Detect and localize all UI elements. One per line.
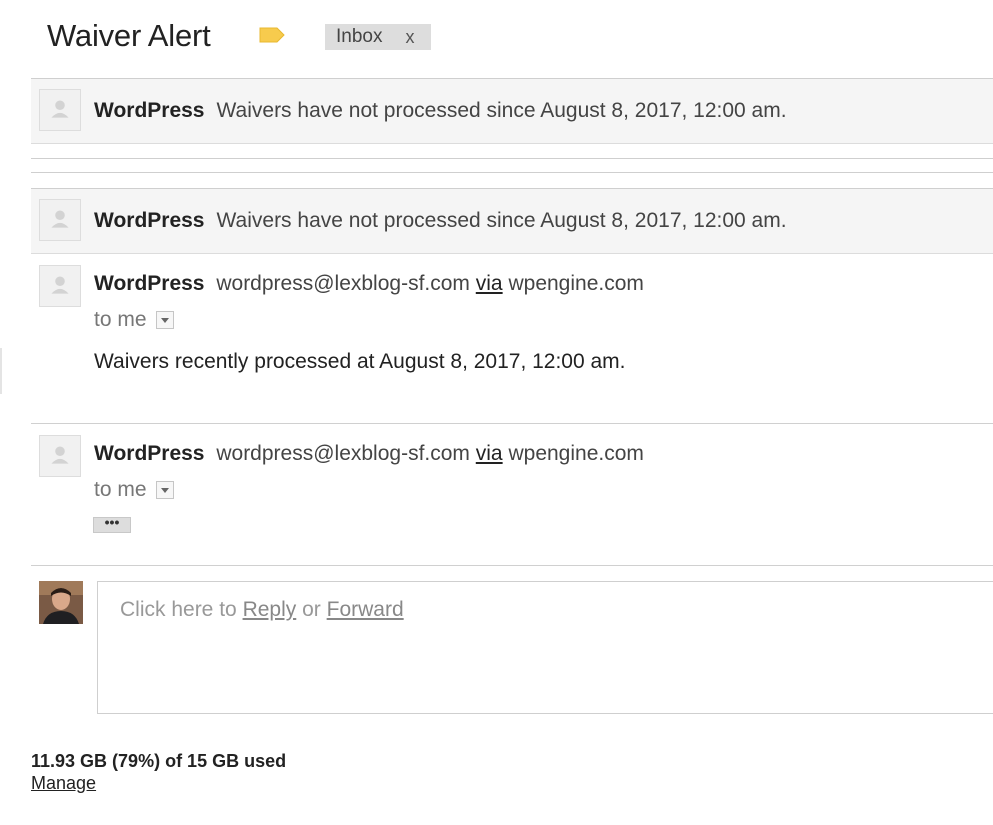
reply-area: Click here to Reply or Forward — [39, 581, 993, 715]
sender-name: WordPress — [94, 272, 205, 295]
storage-footer: 11.93 GB (79%) of 15 GB used Manage — [31, 750, 286, 794]
sender-avatar — [39, 435, 81, 477]
message-summary: WordPress Waivers have not processed sinc… — [94, 209, 787, 233]
message-snippet: Waivers have not processed since August … — [216, 209, 787, 232]
expanded-message: WordPress wordpress@lexblog-sf.com via w… — [31, 424, 993, 566]
scroll-edge — [0, 348, 2, 394]
sender-name: WordPress — [94, 209, 205, 232]
reply-link[interactable]: Reply — [243, 598, 297, 621]
via-domain: wpengine.com — [508, 442, 644, 465]
from-line: WordPress wordpress@lexblog-sf.com via w… — [94, 442, 644, 466]
collapsed-message[interactable]: WordPress Waivers have not processed sinc… — [31, 78, 993, 144]
sender-avatar — [39, 89, 81, 131]
sender-avatar — [39, 265, 81, 307]
expanded-message: WordPress wordpress@lexblog-sf.com via w… — [31, 254, 993, 424]
manage-storage-link[interactable]: Manage — [31, 772, 96, 794]
recipient-text: to me — [94, 308, 147, 331]
storage-usage: 11.93 GB (79%) of 15 GB used — [31, 751, 287, 771]
show-details-dropdown-icon[interactable] — [155, 481, 174, 499]
show-trimmed-content-button[interactable]: ••• — [93, 515, 131, 533]
forward-link[interactable]: Forward — [327, 598, 404, 621]
collapsed-message[interactable]: WordPress Waivers have not processed sinc… — [31, 188, 993, 254]
recipient-line: to me — [94, 478, 174, 502]
label-name: Inbox — [336, 26, 383, 47]
sender-avatar — [39, 199, 81, 241]
sender-name: WordPress — [94, 99, 205, 122]
via-link[interactable]: via — [476, 442, 503, 465]
hidden-messages-expander[interactable] — [31, 144, 993, 188]
person-icon — [51, 446, 69, 464]
stacked-line — [31, 172, 993, 173]
show-details-dropdown-icon[interactable] — [155, 311, 174, 329]
person-icon — [51, 276, 69, 294]
message-body: Waivers recently processed at August 8, … — [94, 350, 626, 373]
user-avatar — [39, 581, 83, 624]
person-icon — [51, 210, 69, 228]
sender-email: wordpress@lexblog-sf.com — [216, 272, 470, 295]
reply-prompt: Click here to Reply or Forward — [120, 598, 404, 622]
recipient-text: to me — [94, 478, 147, 501]
label-chip-inbox: Inbox x — [325, 24, 431, 50]
thread-header: Waiver Alert Inbox x — [47, 16, 431, 56]
recipient-line: to me — [94, 308, 174, 332]
via-domain: wpengine.com — [508, 272, 644, 295]
from-line: WordPress wordpress@lexblog-sf.com via w… — [94, 272, 644, 296]
message-summary: WordPress Waivers have not processed sinc… — [94, 99, 787, 123]
user-photo-icon — [39, 581, 83, 624]
sender-email: wordpress@lexblog-sf.com — [216, 442, 470, 465]
person-icon — [51, 100, 69, 118]
reply-or: or — [302, 598, 321, 621]
important-marker-icon[interactable] — [259, 27, 285, 43]
stacked-line — [31, 158, 993, 159]
reply-box[interactable]: Click here to Reply or Forward — [97, 581, 993, 714]
reply-prefix: Click here to — [120, 598, 237, 621]
message-snippet: Waivers have not processed since August … — [216, 99, 787, 122]
thread-subject: Waiver Alert — [47, 18, 211, 53]
via-link[interactable]: via — [476, 272, 503, 295]
sender-name: WordPress — [94, 442, 205, 465]
remove-label-button[interactable]: x — [405, 27, 414, 48]
